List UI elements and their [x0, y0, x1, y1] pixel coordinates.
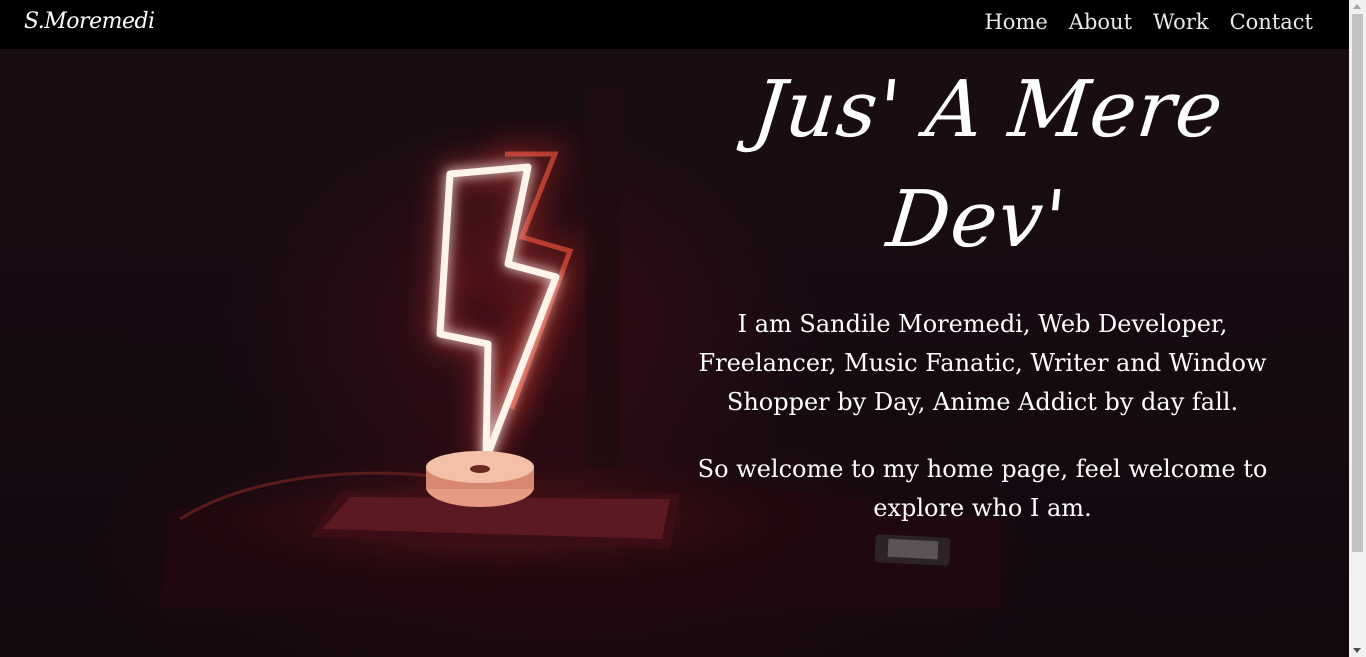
- nav-links: Home About Work Contact: [984, 10, 1313, 34]
- hero-welcome-text: So welcome to my home page, feel welcome…: [697, 455, 1268, 522]
- scroll-up-arrow-icon[interactable]: [1353, 4, 1361, 9]
- nav-link-home[interactable]: Home: [984, 10, 1047, 34]
- scrollbar-thumb[interactable]: [1352, 14, 1363, 552]
- page-viewport: S.Moremedi Home About Work Contact Jus' …: [0, 0, 1349, 657]
- nav-link-contact[interactable]: Contact: [1230, 10, 1313, 34]
- navbar: S.Moremedi Home About Work Contact: [0, 0, 1349, 49]
- brand-logo[interactable]: S.Moremedi: [24, 9, 155, 34]
- page-scrollbar[interactable]: [1349, 0, 1366, 657]
- hero-intro-text: I am Sandile Moremedi, Web Developer, Fr…: [698, 310, 1267, 416]
- nav-link-about[interactable]: About: [1069, 10, 1132, 34]
- hero-section: Jus' A Mere Dev' I am Sandile Moremedi, …: [660, 55, 1305, 528]
- scroll-down-arrow-icon[interactable]: [1353, 648, 1361, 653]
- hero-title: Jus' A Mere Dev': [748, 65, 1228, 265]
- nav-link-work[interactable]: Work: [1153, 10, 1209, 34]
